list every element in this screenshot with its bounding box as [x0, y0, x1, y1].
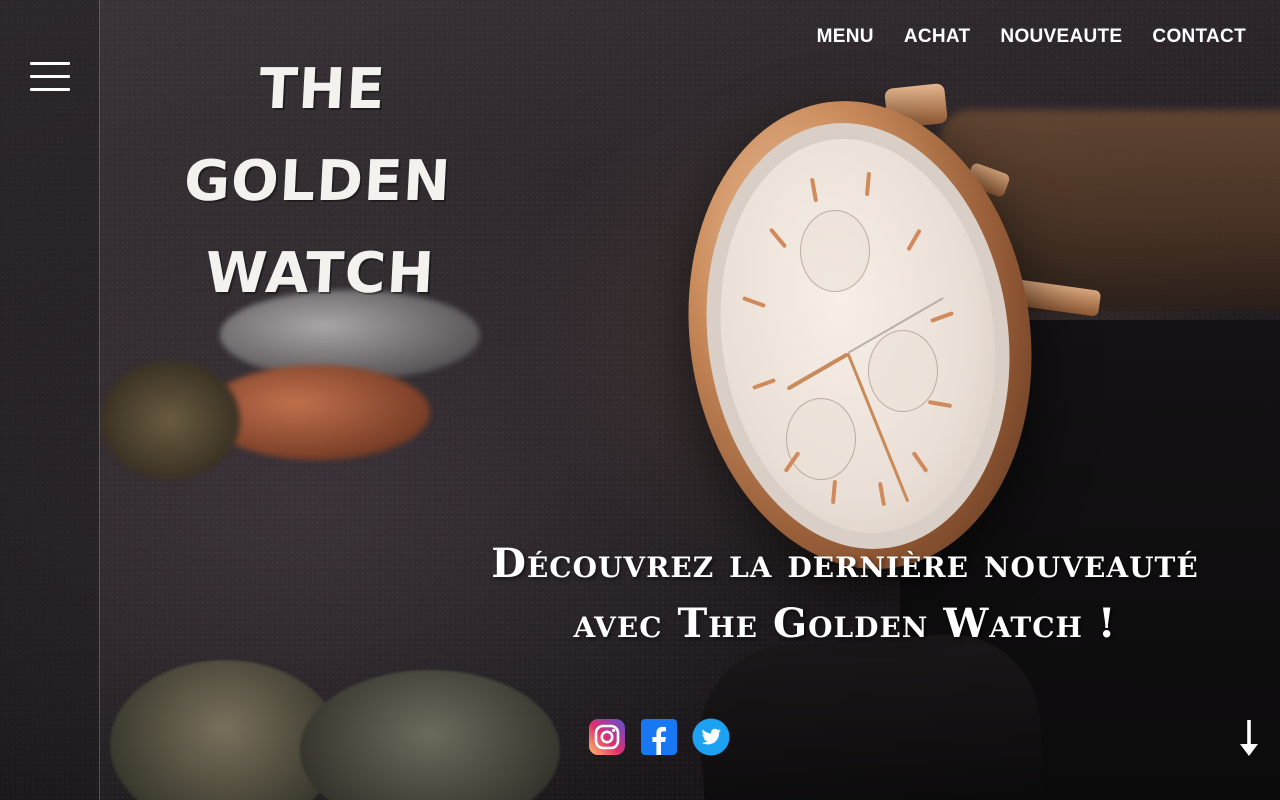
site-logo[interactable]: THE GOLDEN WATCH [140, 44, 500, 320]
watch-subdial-right [868, 330, 938, 412]
watch-subdial-bottom [786, 398, 856, 480]
hero-headline: Découvrez la dernière nouveauté avec The… [440, 534, 1250, 654]
landing-page: THE GOLDEN WATCH MENU ACHAT NOUVEAUTE CO… [0, 0, 1280, 800]
arrow-down-icon[interactable] [1236, 718, 1262, 760]
top-nav: MENU ACHAT NOUVEAUTE CONTACT [817, 26, 1246, 48]
hamburger-bar [30, 88, 70, 91]
nav-link-menu[interactable]: MENU [817, 26, 874, 48]
nav-link-achat[interactable]: ACHAT [904, 26, 971, 48]
nav-link-contact[interactable]: CONTACT [1152, 26, 1246, 48]
instagram-icon[interactable] [588, 718, 626, 756]
social-links [588, 718, 730, 756]
hamburger-bar [30, 75, 70, 78]
hamburger-bar [30, 62, 70, 65]
coin-brass [100, 360, 240, 480]
facebook-icon[interactable] [640, 718, 678, 756]
nav-link-nouveaute[interactable]: NOUVEAUTE [1000, 26, 1122, 48]
twitter-icon[interactable] [692, 718, 730, 756]
watch-subdial-top [800, 210, 870, 292]
logo-text-line2: WATCH [203, 241, 437, 306]
sidebar [0, 0, 100, 800]
hero-headline-line1: Découvrez la dernière nouveauté [491, 540, 1199, 587]
hero-headline-line2: avec The Golden Watch ! [573, 600, 1117, 647]
logo-text-line1: THE GOLDEN [182, 57, 453, 214]
hamburger-menu-icon[interactable] [30, 62, 70, 92]
